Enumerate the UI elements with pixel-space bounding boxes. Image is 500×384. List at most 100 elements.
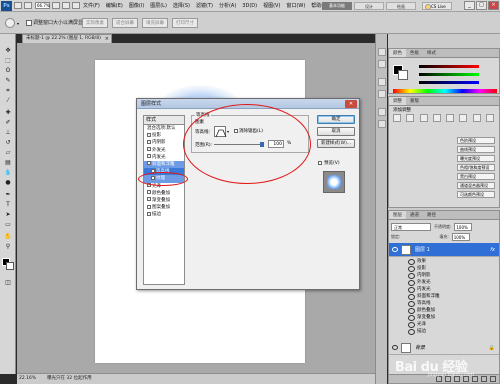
style-inner-glow[interactable]: 内发光 — [144, 154, 184, 161]
style-gradient-overlay[interactable]: 渐变叠加 — [144, 197, 184, 204]
history-panel-icon[interactable] — [378, 48, 386, 56]
shape-tool-icon[interactable]: ▭ — [3, 220, 13, 229]
red-slider[interactable] — [419, 65, 479, 68]
tab-color[interactable]: 颜色 — [389, 49, 406, 57]
minimize-button[interactable]: _ — [464, 1, 475, 10]
blend-mode-select[interactable]: 正常 — [391, 223, 431, 231]
print-size-button[interactable]: 打印尺寸 — [172, 18, 198, 28]
cancel-button[interactable]: 取消 — [317, 127, 355, 136]
hue-icon[interactable] — [459, 114, 468, 122]
style-checkbox[interactable] — [147, 197, 151, 202]
zoom-level-field[interactable]: 66.7% — [35, 2, 50, 9]
style-blending-options[interactable]: 混合选项:默认 — [144, 125, 184, 132]
tab-paths[interactable]: 路径 — [423, 211, 440, 219]
minibridge-icon[interactable] — [24, 2, 32, 9]
effect-bevel-emboss[interactable]: 斜面和浮雕 — [407, 293, 499, 300]
quick-select-tool-icon[interactable]: ✎ — [3, 76, 13, 85]
resize-windows-checkbox[interactable] — [26, 20, 32, 26]
zoom-tool-icon[interactable] — [5, 18, 15, 28]
preset-exposure[interactable]: 曝光度预设 — [457, 155, 495, 162]
menu-file[interactable]: 文件(F) — [80, 2, 103, 9]
style-pattern-overlay[interactable]: 图案叠加 — [144, 204, 184, 211]
color-ramp[interactable] — [393, 89, 497, 93]
menu-select[interactable]: 选择(S) — [170, 2, 193, 9]
layer-row-layer1[interactable]: 图层 1 fx — [389, 243, 499, 257]
bw-icon[interactable] — [485, 114, 494, 122]
curves-icon[interactable] — [419, 114, 428, 122]
brush-panel-icon[interactable] — [378, 108, 386, 116]
background-color-swatch[interactable] — [6, 262, 14, 270]
dialog-close-icon[interactable]: ✕ — [345, 100, 357, 108]
document-tab[interactable]: 未标题-1 @ 22.2% (图层 1, RGB/8) × — [22, 34, 112, 43]
levels-icon[interactable] — [406, 114, 415, 122]
character-panel-icon[interactable] — [378, 78, 386, 86]
blur-tool-icon[interactable]: 💧 — [3, 168, 13, 177]
lasso-tool-icon[interactable]: ʘ — [3, 66, 13, 75]
effect-stroke[interactable]: 描边 — [407, 328, 499, 335]
tool-preset-arrow-icon[interactable]: ▾ — [17, 21, 19, 26]
screen-mode-icon[interactable] — [72, 2, 80, 9]
tab-channels[interactable]: 通道 — [406, 211, 423, 219]
bridge-icon[interactable] — [14, 2, 22, 9]
eraser-tool-icon[interactable]: ▱ — [3, 148, 13, 157]
color-bg-swatch[interactable] — [398, 70, 408, 80]
preset-curves[interactable]: 曲线预设 — [457, 146, 495, 153]
fx-icon[interactable]: fx — [490, 243, 495, 257]
effect-gradient-overlay[interactable]: 渐变叠加 — [407, 314, 499, 321]
pen-tool-icon[interactable]: ✒ — [3, 190, 13, 199]
healing-tool-icon[interactable]: ✚ — [3, 108, 13, 117]
effect-inner-glow[interactable]: 内发光 — [407, 286, 499, 293]
actual-pixels-button[interactable]: 实际像素 — [82, 18, 108, 28]
gradient-tool-icon[interactable]: ▤ — [3, 158, 13, 167]
layer-row-background[interactable]: 背景 🔒 — [389, 341, 499, 355]
style-checkbox[interactable] — [147, 161, 151, 166]
style-checkbox[interactable] — [147, 147, 151, 152]
new-style-button[interactable]: 新建样式(W)... — [317, 139, 355, 148]
crop-tool-icon[interactable]: ⌗ — [3, 86, 13, 95]
style-checkbox[interactable] — [147, 204, 151, 209]
type-tool-icon[interactable]: T — [3, 200, 13, 209]
brightness-icon[interactable] — [393, 114, 401, 122]
blue-slider[interactable] — [419, 81, 479, 84]
color-balance-icon[interactable] — [472, 114, 481, 122]
style-inner-shadow[interactable]: 内阴影 — [144, 139, 184, 146]
effect-color-overlay[interactable]: 颜色叠加 — [407, 307, 499, 314]
close-button[interactable]: × — [488, 1, 499, 10]
brush-tool-icon[interactable]: ✐ — [3, 118, 13, 127]
close-tab-icon[interactable]: × — [105, 35, 109, 43]
visibility-eye-icon[interactable] — [392, 345, 398, 350]
style-outer-glow[interactable]: 外发光 — [144, 147, 184, 154]
move-tool-icon[interactable]: ✥ — [3, 46, 13, 55]
arrange-documents-icon[interactable] — [62, 2, 70, 9]
style-stroke[interactable]: 描边 — [144, 211, 184, 218]
fill-field[interactable]: 100% — [451, 233, 470, 241]
tab-adjustments[interactable]: 调整 — [389, 97, 406, 105]
effect-drop-shadow[interactable]: 投影 — [407, 265, 499, 272]
style-checkbox[interactable] — [147, 190, 151, 195]
effect-contour[interactable]: 等高线 — [407, 300, 499, 307]
workspace-design-button[interactable]: 设计 — [354, 2, 384, 10]
marquee-tool-icon[interactable]: ⬚ — [3, 56, 13, 65]
preset-black-white[interactable]: 黑白预设 — [457, 173, 495, 180]
zoom-tool-icon-toolbox[interactable]: ⚲ — [3, 242, 13, 251]
opacity-field[interactable]: 100% — [454, 223, 473, 231]
effects-header[interactable]: 效果 — [407, 258, 499, 265]
style-color-overlay[interactable]: 颜色叠加 — [144, 190, 184, 197]
green-slider[interactable] — [419, 73, 479, 76]
preset-levels[interactable]: 色阶预设 — [457, 137, 495, 144]
fill-screen-button[interactable]: 填充屏幕 — [142, 18, 168, 28]
menu-view[interactable]: 视图(V) — [260, 2, 283, 9]
effect-satin[interactable]: 光泽 — [407, 321, 499, 328]
zoom-status[interactable]: 22.16% — [19, 374, 36, 384]
dodge-tool-icon[interactable]: ● — [3, 178, 13, 187]
menu-layer[interactable]: 图层(L) — [147, 2, 170, 9]
menu-filter[interactable]: 滤镜(T) — [193, 2, 216, 9]
menu-analysis[interactable]: 分析(A) — [216, 2, 239, 9]
path-select-tool-icon[interactable]: ➤ — [3, 210, 13, 219]
style-checkbox[interactable] — [147, 154, 151, 159]
tab-masks[interactable]: 蒙版 — [406, 97, 423, 105]
style-checkbox[interactable] — [147, 139, 151, 144]
workspace-painting-button[interactable]: 绘画 — [386, 2, 416, 10]
clone-stamp-tool-icon[interactable]: ⊥ — [3, 128, 13, 137]
visibility-eye-icon[interactable] — [392, 247, 398, 252]
